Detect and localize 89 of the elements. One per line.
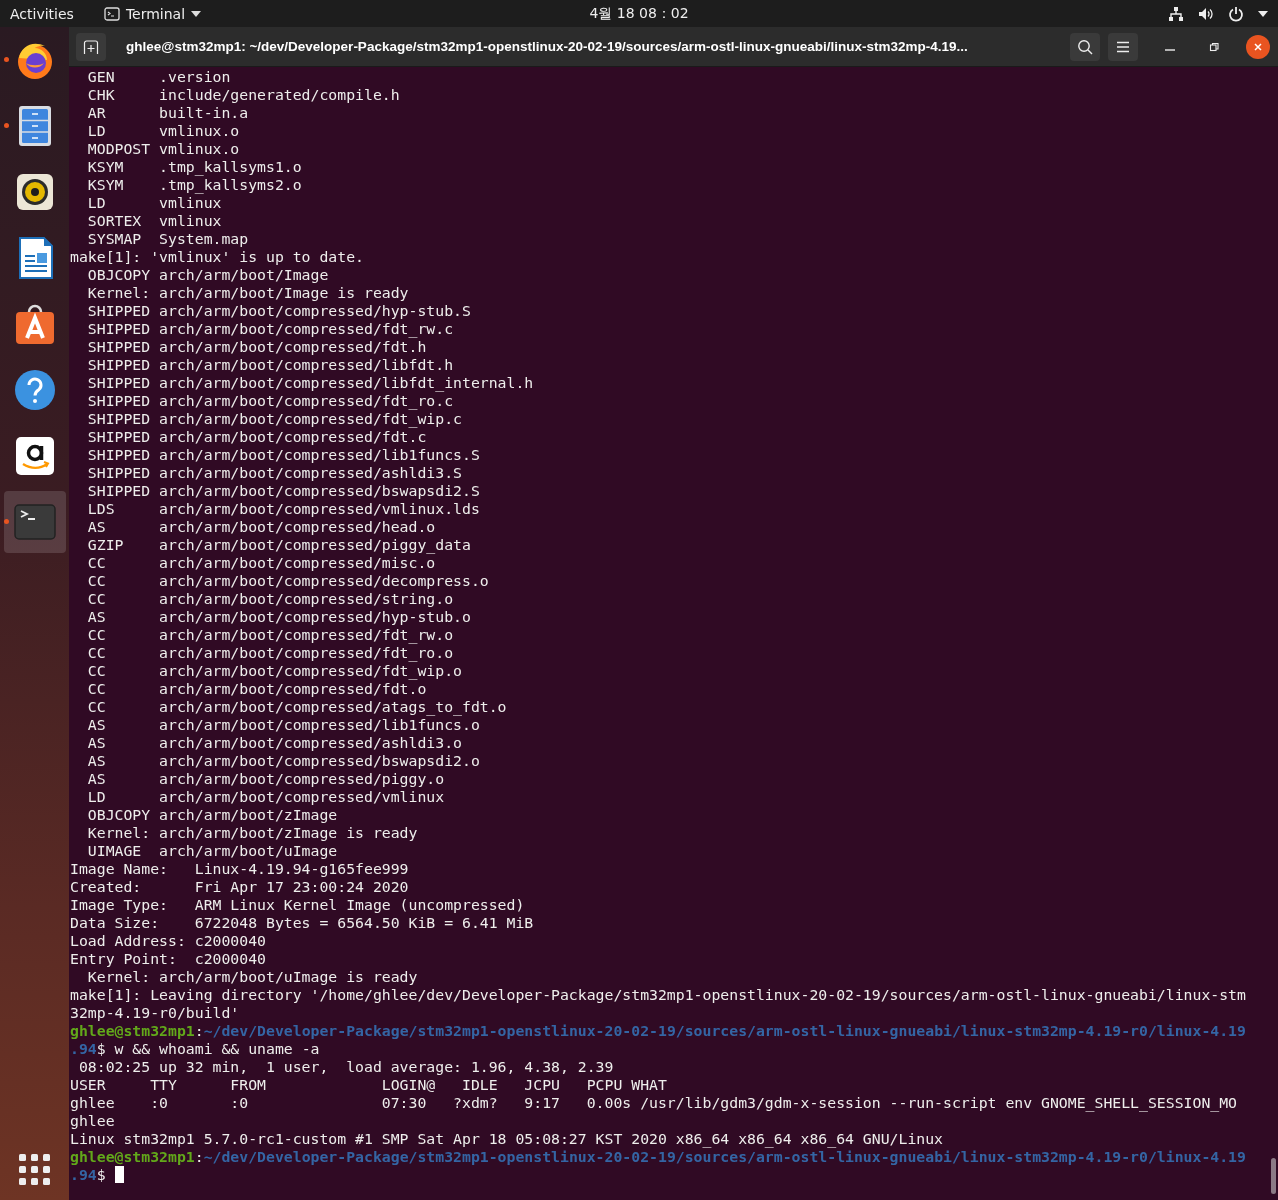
terminal-line: AS arch/arm/boot/compressed/lib1funcs.o	[86, 716, 480, 733]
terminal-line: GEN .version	[86, 68, 231, 85]
terminal-line: GZIP arch/arm/boot/compressed/piggy_data	[86, 536, 471, 553]
close-icon	[1253, 41, 1263, 52]
terminal-line: Image Type: ARM Linux Kernel Image (uncompressed)	[70, 896, 525, 913]
command-text: $ w && whoami && uname -a	[96, 1040, 320, 1057]
terminal-line: OBJCOPY arch/arm/boot/Image	[86, 266, 329, 283]
terminal-line: SHIPPED arch/arm/boot/compressed/lib1funcs.S	[86, 446, 480, 463]
terminal-line: AS arch/arm/boot/compressed/bswapsdi2.o	[86, 752, 480, 769]
prompt-path: .94	[70, 1166, 97, 1183]
terminal-line: UIMAGE arch/arm/boot/uImage	[86, 842, 338, 859]
terminal-line: CC arch/arm/boot/compressed/fdt_rw.o	[86, 626, 454, 643]
terminal-line: SHIPPED arch/arm/boot/compressed/bswapsdi2.S	[86, 482, 480, 499]
terminal-line: USER TTY FROM LOGIN@ IDLE JCPU PCPU WHAT	[70, 1076, 667, 1093]
terminal-line: SHIPPED arch/arm/boot/compressed/fdt.c	[86, 428, 427, 445]
prompt-path: ~/dev/Developer-Package/stm32mp1-openstlinux-20-02-19/sources/arm-ostl-linux-gnueabi/linux-stm32mp-4.19-r0/linux-4.19	[203, 1148, 1246, 1165]
terminal-line: SHIPPED arch/arm/boot/compressed/fdt_rw.c	[86, 320, 454, 337]
terminal-line: CHK include/generated/compile.h	[86, 86, 400, 103]
prompt-separator: :	[194, 1022, 204, 1039]
command-text: $	[96, 1166, 106, 1183]
new-tab-icon	[83, 38, 99, 55]
terminal-line: CC arch/arm/boot/compressed/fdt_ro.o	[86, 644, 454, 661]
new-tab-button[interactable]	[76, 32, 106, 61]
prompt-path: .94	[70, 1040, 97, 1057]
clock[interactable]: 4월 18 08：02	[589, 4, 689, 23]
terminal-line: Data Size: 6722048 Bytes = 6564.50 KiB = 6.41 MiB	[70, 914, 534, 931]
prompt-user-host: ghlee@stm32mp1	[70, 1022, 195, 1039]
terminal-line: SHIPPED arch/arm/boot/compressed/fdt_wip.c	[86, 410, 462, 427]
activities-button[interactable]: Activities	[10, 5, 74, 22]
terminal-line: Kernel: arch/arm/boot/uImage is ready	[86, 968, 418, 985]
restore-icon	[1209, 41, 1219, 52]
show-apps-button[interactable]	[18, 1154, 51, 1186]
terminal-line: OBJCOPY arch/arm/boot/zImage	[86, 806, 338, 823]
menu-button[interactable]	[1108, 32, 1138, 61]
power-icon[interactable]	[1228, 5, 1244, 22]
terminal-line: SYSMAP System.map	[86, 230, 249, 247]
terminal-line: AR built-in.a	[86, 104, 249, 121]
terminal-line: SHIPPED arch/arm/boot/compressed/fdt_ro.c	[86, 392, 454, 409]
minimize-icon	[1165, 48, 1175, 51]
caret-icon	[191, 10, 202, 17]
window-title: ghlee@stm32mp1: ~/dev/Developer-Package/stm32mp1-openstlinux-20-02-19/sources/arm-ostl-linux-gnueabi/linux-stm32mp-4.19...	[126, 37, 969, 56]
terminal-line: SHIPPED arch/arm/boot/compressed/hyp-stub.S	[86, 302, 471, 319]
terminal-line: CC arch/arm/boot/compressed/misc.o	[86, 554, 436, 571]
terminal-line: CC arch/arm/boot/compressed/fdt_wip.o	[86, 662, 462, 679]
scrollbar-thumb[interactable]	[1271, 1158, 1276, 1194]
terminal-line: Kernel: arch/arm/boot/zImage is ready	[86, 824, 418, 841]
terminal-line: CC arch/arm/boot/compressed/atags_to_fdt.o	[86, 698, 507, 715]
caret-icon[interactable]	[1258, 10, 1268, 17]
close-button[interactable]	[1246, 34, 1270, 59]
terminal-line: SHIPPED arch/arm/boot/compressed/libfdt_internal.h	[86, 374, 534, 391]
terminal-line: AS arch/arm/boot/compressed/head.o	[86, 518, 436, 535]
search-icon	[1077, 38, 1093, 55]
terminal-line: AS arch/arm/boot/compressed/piggy.o	[86, 770, 445, 787]
terminal-line: ghlee :0 :0 07:30 ?xdm? 9:17 0.00s /usr/lib/gdm3/gdm-x-session --run-script env GNOME_SHELL_SESSION_MO	[70, 1094, 1237, 1111]
terminal-line: CC arch/arm/boot/compressed/string.o	[86, 590, 454, 607]
terminal-line: LD vmlinux.o	[86, 122, 240, 139]
search-button[interactable]	[1070, 32, 1100, 61]
terminal-line: ghlee	[70, 1112, 115, 1129]
terminal-line: SHIPPED arch/arm/boot/compressed/ashldi3.S	[86, 464, 462, 481]
terminal-line: 08:02:25 up 32 min, 1 user, load average: 1.96, 4.38, 2.39	[77, 1058, 614, 1075]
terminal-line: KSYM .tmp_kallsyms1.o	[86, 158, 302, 175]
terminal-line: make[1]: Leaving directory '/home/ghlee/dev/Developer-Package/stm32mp1-openstlinux-20-02-19/sources/arm-ostl-linux-gnueabi/linux-stm	[70, 986, 1246, 1003]
terminal-line: CC arch/arm/boot/compressed/decompress.o	[86, 572, 489, 589]
terminal-line: AS arch/arm/boot/compressed/ashldi3.o	[86, 734, 462, 751]
terminal-line: make[1]: 'vmlinux' is up to date.	[70, 248, 364, 265]
terminal-line: LDS arch/arm/boot/compressed/vmlinux.lds	[86, 500, 480, 517]
terminal-line: AS arch/arm/boot/compressed/hyp-stub.o	[86, 608, 471, 625]
terminal-line: CC arch/arm/boot/compressed/fdt.o	[86, 680, 427, 697]
app-menu-button[interactable]: Terminal	[103, 5, 202, 22]
terminal-line: Linux stm32mp1 5.7.0-rc1-custom #1 SMP Sat Apr 18 05:08:27 KST 2020 x86_64 x86_64 x86_64 GNU/Linux	[70, 1130, 944, 1147]
terminal-line: SHIPPED arch/arm/boot/compressed/libfdt.h	[86, 356, 454, 373]
terminal-line: Entry Point: c2000040	[70, 950, 266, 967]
terminal-line: MODPOST vmlinux.o	[86, 140, 240, 157]
network-icon[interactable]	[1168, 5, 1184, 22]
terminal-line: LD vmlinux	[86, 194, 222, 211]
terminal-line: KSYM .tmp_kallsyms2.o	[86, 176, 302, 193]
terminal-line: LD arch/arm/boot/compressed/vmlinux	[86, 788, 445, 805]
terminal-icon	[103, 5, 120, 22]
prompt-path: ~/dev/Developer-Package/stm32mp1-openstlinux-20-02-19/sources/arm-ostl-linux-gnueabi/linux-stm32mp-4.19-r0/linux-4.19	[203, 1022, 1246, 1039]
prompt-user-host: ghlee@stm32mp1	[70, 1148, 195, 1165]
prompt-separator: :	[194, 1148, 204, 1165]
terminal-line: SORTEX vmlinux	[86, 212, 222, 229]
terminal-line: Image Name: Linux-4.19.94-g165fee999	[70, 860, 409, 877]
terminal-line: Kernel: arch/arm/boot/Image is ready	[86, 284, 409, 301]
terminal-line: Created: Fri Apr 17 23:00:24 2020	[70, 878, 409, 895]
apps-grid-icon	[18, 1154, 51, 1186]
terminal-line: SHIPPED arch/arm/boot/compressed/fdt.h	[86, 338, 427, 355]
terminal-line: Load Address: c2000040	[70, 932, 266, 949]
terminal-line: 32mp-4.19-r0/build'	[70, 1004, 240, 1021]
